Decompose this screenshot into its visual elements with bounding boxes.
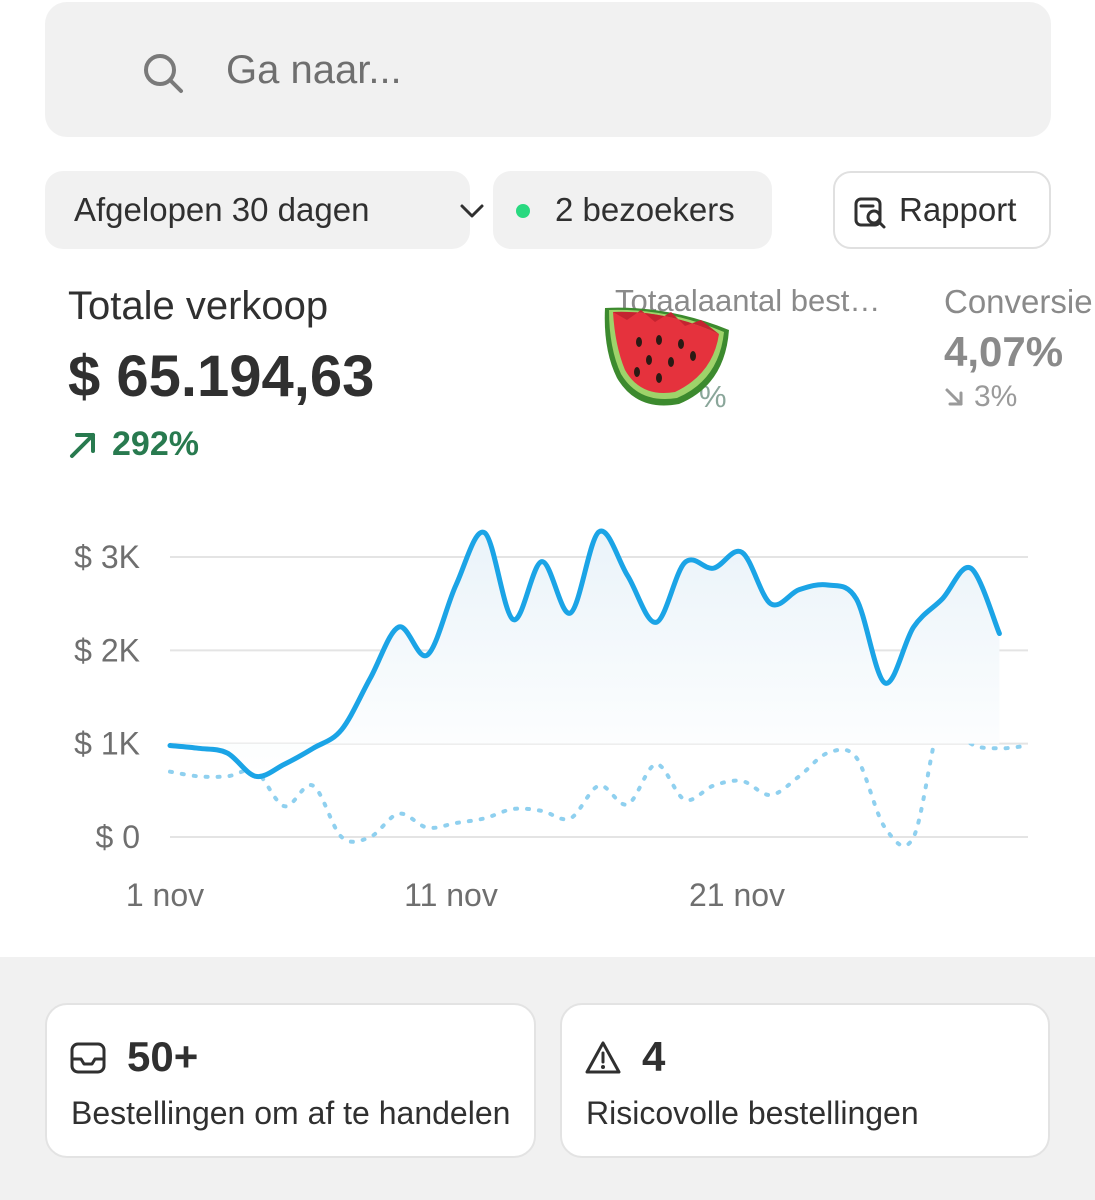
total-sales-change: 292% [68,425,199,464]
x-tick-label: 11 nov [404,877,498,913]
warning-icon [585,1041,621,1074]
date-range-label: Afgelopen 30 dagen [74,191,370,228]
total-sales-change-value: 292% [112,425,199,463]
orders-to-fulfill-label: Bestellingen om af te handelen [71,1095,511,1131]
live-visitors-button[interactable]: 2 bezoekers [493,171,772,249]
y-tick-label: $ 3K [74,539,140,575]
search-icon [144,54,183,93]
x-tick-label: 1 nov [126,877,204,913]
search-input[interactable]: Ga naar... [226,48,402,93]
risky-orders-count: 4 [642,1033,666,1080]
total-sales-value: $ 65.194,63 [68,344,375,409]
conversion-title[interactable]: Conversie [944,283,1093,321]
live-visitors-label: 2 bezoekers [555,191,735,228]
y-tick-label: $ 0 [96,819,140,855]
watermelon-icon [604,307,729,406]
conversion-change: 3% [944,380,1017,414]
live-status-dot [516,204,530,218]
report-search-icon [854,197,886,229]
report-label: Rapport [899,191,1017,228]
y-tick-label: $ 1K [74,726,140,762]
conversion-change-value: 3% [974,380,1018,413]
y-tick-label: $ 2K [74,632,140,668]
risky-orders-label: Risicovolle bestellingen [586,1095,919,1131]
arrow-down-right-icon [945,388,963,406]
inbox-icon [70,1042,106,1074]
conversion-value: 4,07% [944,328,1064,375]
risky-orders-card[interactable]: 4 Risicovolle bestellingen [560,1003,1050,1158]
chevron-down-icon [460,204,484,218]
report-button[interactable]: Rapport [833,171,1051,249]
x-tick-label: 21 nov [689,877,785,913]
orders-to-fulfill-card[interactable]: 50+ Bestellingen om af te handelen [45,1003,536,1158]
search-bar[interactable]: Ga naar... [45,2,1051,137]
arrow-up-right-icon [70,432,95,458]
total-sales-title[interactable]: Totale verkoop [68,284,328,329]
sales-chart[interactable]: $ 0 $ 1K $ 2K $ 3K 1 nov 11 nov 21 nov [0,500,1095,930]
orders-to-fulfill-count: 50+ [127,1033,199,1080]
date-range-select[interactable]: Afgelopen 30 dagen [45,171,484,249]
